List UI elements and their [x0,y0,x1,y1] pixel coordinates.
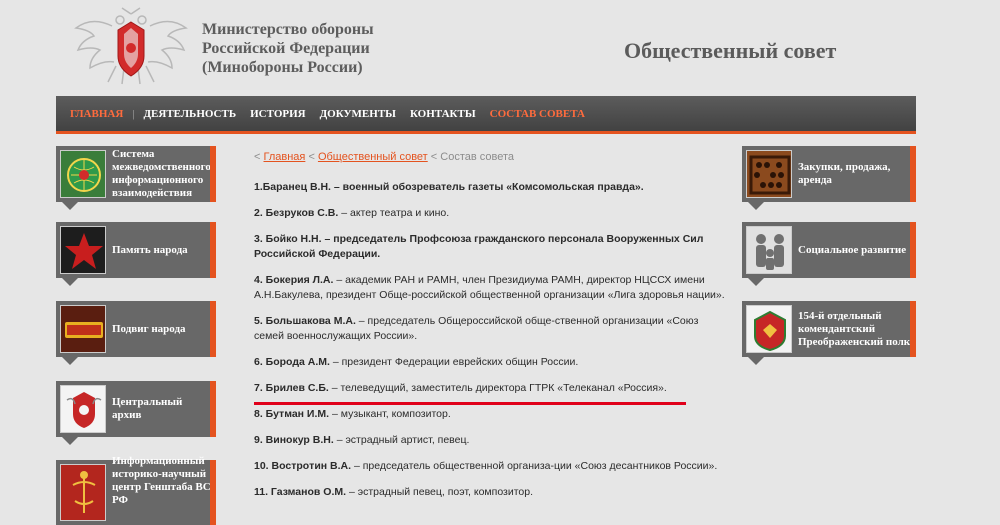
member-name: 8. Бутман И.М. [254,408,330,420]
sidebar-item-label: 154-й отдельный комендантский Преображен… [798,309,911,348]
member-item: 5. Большакова М.А. – председатель Общеро… [254,314,728,344]
member-item: 2. Безруков С.В. – актер театра и кино. [254,206,728,221]
nav-item-activity[interactable]: ДЕЯТЕЛЬНОСТЬ [136,108,243,120]
breadcrumb: < Главная < Общественный совет < Состав … [254,150,728,165]
member-name: 7. Брилев С.Б. [254,382,329,394]
ministry-line-3: (Минобороны России) [202,59,363,76]
member-name: 11. Газманов О.М. [254,486,347,498]
nav-item-contacts[interactable]: КОНТАКТЫ [403,108,483,120]
sidebar-item-social-development[interactable]: Социальное развитие [742,222,916,286]
member-item: 8. Бутман И.М. – музыкант, композитор. [254,407,728,422]
archive-emblem-icon [60,385,106,433]
general-staff-emblem-icon [60,464,106,521]
sidebar-tail [748,357,764,365]
site-title: Общественный совет [624,38,837,63]
sidebar-tail [62,357,78,365]
breadcrumb-current: Состав совета [440,151,515,163]
member-item: 9. Винокур В.Н. – эстрадный артист, певе… [254,433,728,448]
main-content: < Главная < Общественный совет < Состав … [254,150,728,511]
member-name: 6. Борода А.М. [254,356,330,368]
sidebar-item-general-staff-center[interactable]: Информационный историко-научный центр Ге… [56,455,216,525]
sidebar-tab-accent [910,146,916,202]
sidebar-tab-accent [210,381,216,437]
sidebar-item-preobrazhensky-regiment[interactable]: 154-й отдельный комендантский Преображен… [742,301,916,365]
member-name: 2. Безруков С.В. [254,207,339,219]
member-description: – музыкант, композитор. [331,408,451,420]
sidebar-item-label: Центральный архив [112,396,183,421]
ministry-name: Министерство обороны Российской Федераци… [202,20,374,77]
sidebar-tab-accent [210,301,216,357]
sidebar-item-interagency-system[interactable]: Система межведомственного информационног… [56,146,216,210]
member-item: 4. Бокерия Л.А. – академик РАН и РАМН, ч… [254,273,728,303]
member-description: – президент Федерации еврейских общин Ро… [332,356,579,368]
sidebar-item-feat-of-people[interactable]: Подвиг народа [56,301,216,365]
sidebar-tab-accent [910,222,916,278]
breadcrumb-separator: < [254,151,261,163]
sidebar-item-label: Память народа [112,243,188,256]
member-name: 4. Бокерия Л.А. [254,274,334,286]
ministry-line-1: Министерство обороны [202,21,374,38]
globe-emblem-icon [60,150,106,198]
regiment-emblem-icon [746,305,792,353]
member-item: 11. Газманов О.М. – эстрадный певец, поэ… [254,485,728,500]
member-item-highlighted: 7. Брилев С.Б. – телеведущий, заместител… [254,381,728,396]
nav-item-council-members[interactable]: СОСТАВ СОВЕТА [483,108,592,120]
member-name: 5. Большакова М.А. [254,315,356,327]
abacus-icon [746,150,792,198]
site-header: Министерство обороны Российской Федераци… [0,0,1000,92]
member-name: 3. Бойко Н.Н. [254,233,322,245]
sidebar-tail [748,278,764,286]
nav-item-history[interactable]: ИСТОРИЯ [243,108,312,120]
breadcrumb-separator: < [308,151,315,163]
member-name: 9. Винокур В.Н. [254,434,334,446]
member-description: – актер театра и кино. [341,207,450,219]
sidebar-item-label: Закупки, продажа, аренда [798,161,891,186]
sidebar-item-procurement[interactable]: Закупки, продажа, аренда [742,146,916,210]
breadcrumb-link-home[interactable]: Главная [264,151,306,163]
double-headed-eagle-emblem-icon[interactable] [72,6,190,86]
sidebar-tail [62,278,78,286]
sidebar-tail [748,202,764,210]
highlight-underline [254,402,686,405]
member-description: – председатель Профсоюза гражданского пе… [254,233,704,260]
nav-item-documents[interactable]: ДОКУМЕНТЫ [313,108,403,120]
sidebar-tab-accent [210,460,216,525]
member-description: – председатель общественной организа-ции… [353,460,718,472]
member-name: 10. Вострoтин В.А. [254,460,352,472]
nav-item-home[interactable]: ГЛАВНАЯ [63,108,130,120]
member-name: 1.Баранец В.Н. [254,181,331,193]
sidebar-item-central-archive[interactable]: Центральный архив [56,381,216,445]
member-item: 1.Баранец В.Н. – военный обозреватель га… [254,180,728,195]
member-item: 6. Борода А.М. – президент Федерации евр… [254,355,728,370]
sidebar-item-memory-of-people[interactable]: Память народа [56,222,216,286]
sidebar-tab-accent [210,222,216,278]
member-item: 3. Бойко Н.Н. – председатель Профсоюза г… [254,232,728,262]
sidebar-item-label: Социальное развитие [798,243,907,256]
sidebar-item-label: Информационный историко-научный центр Ге… [112,455,211,506]
sidebar-tab-accent [210,146,216,202]
sidebar-item-label: Система межведомственного информационног… [112,148,211,199]
red-star-icon [60,226,106,274]
sidebar-tail [62,437,78,445]
member-description: – военный обозреватель газеты «Комсомоль… [333,181,644,193]
member-description: – эстрадный артист, певец. [336,434,470,446]
breadcrumb-link-council[interactable]: Общественный совет [318,151,428,163]
member-description: – эстрадный певец, поэт, композитор. [348,486,534,498]
main-navigation: ГЛАВНАЯ | ДЕЯТЕЛЬНОСТЬ ИСТОРИЯ ДОКУМЕНТЫ… [56,96,916,134]
podvig-naroda-logo-icon [60,305,106,353]
ministry-line-2: Российской Федерации [202,40,370,57]
family-icon [746,226,792,274]
sidebar-tab-accent [910,301,916,357]
member-description: – телеведущий, заместитель директора ГТР… [331,382,667,394]
sidebar-tail [62,202,78,210]
sidebar-item-label: Подвиг народа [112,322,186,335]
breadcrumb-separator: < [430,151,438,163]
member-item: 10. Вострoтин В.А. – председатель общест… [254,459,728,474]
